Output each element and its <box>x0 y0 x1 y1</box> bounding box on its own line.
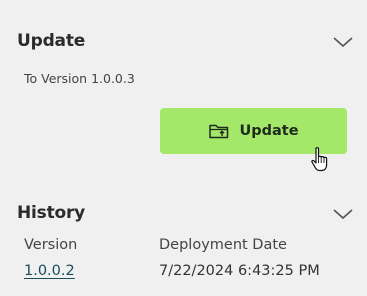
deployment-date-value: 7/22/2024 6:43:25 PM <box>159 263 320 279</box>
target-version-text: To Version 1.0.0.3 <box>24 71 135 86</box>
update-section-title: Update <box>17 31 86 51</box>
column-header-deployment-date: Deployment Date <box>159 237 287 253</box>
version-link[interactable]: 1.0.0.2 <box>24 263 75 279</box>
history-collapse-chevron-down-icon[interactable] <box>332 207 354 221</box>
hand-pointer-cursor-icon <box>311 147 328 172</box>
update-button-label: Update <box>239 123 299 139</box>
update-collapse-chevron-down-icon[interactable] <box>332 35 354 49</box>
folder-upload-icon <box>209 124 229 139</box>
column-header-version: Version <box>24 237 78 253</box>
history-section-title: History <box>17 203 86 223</box>
